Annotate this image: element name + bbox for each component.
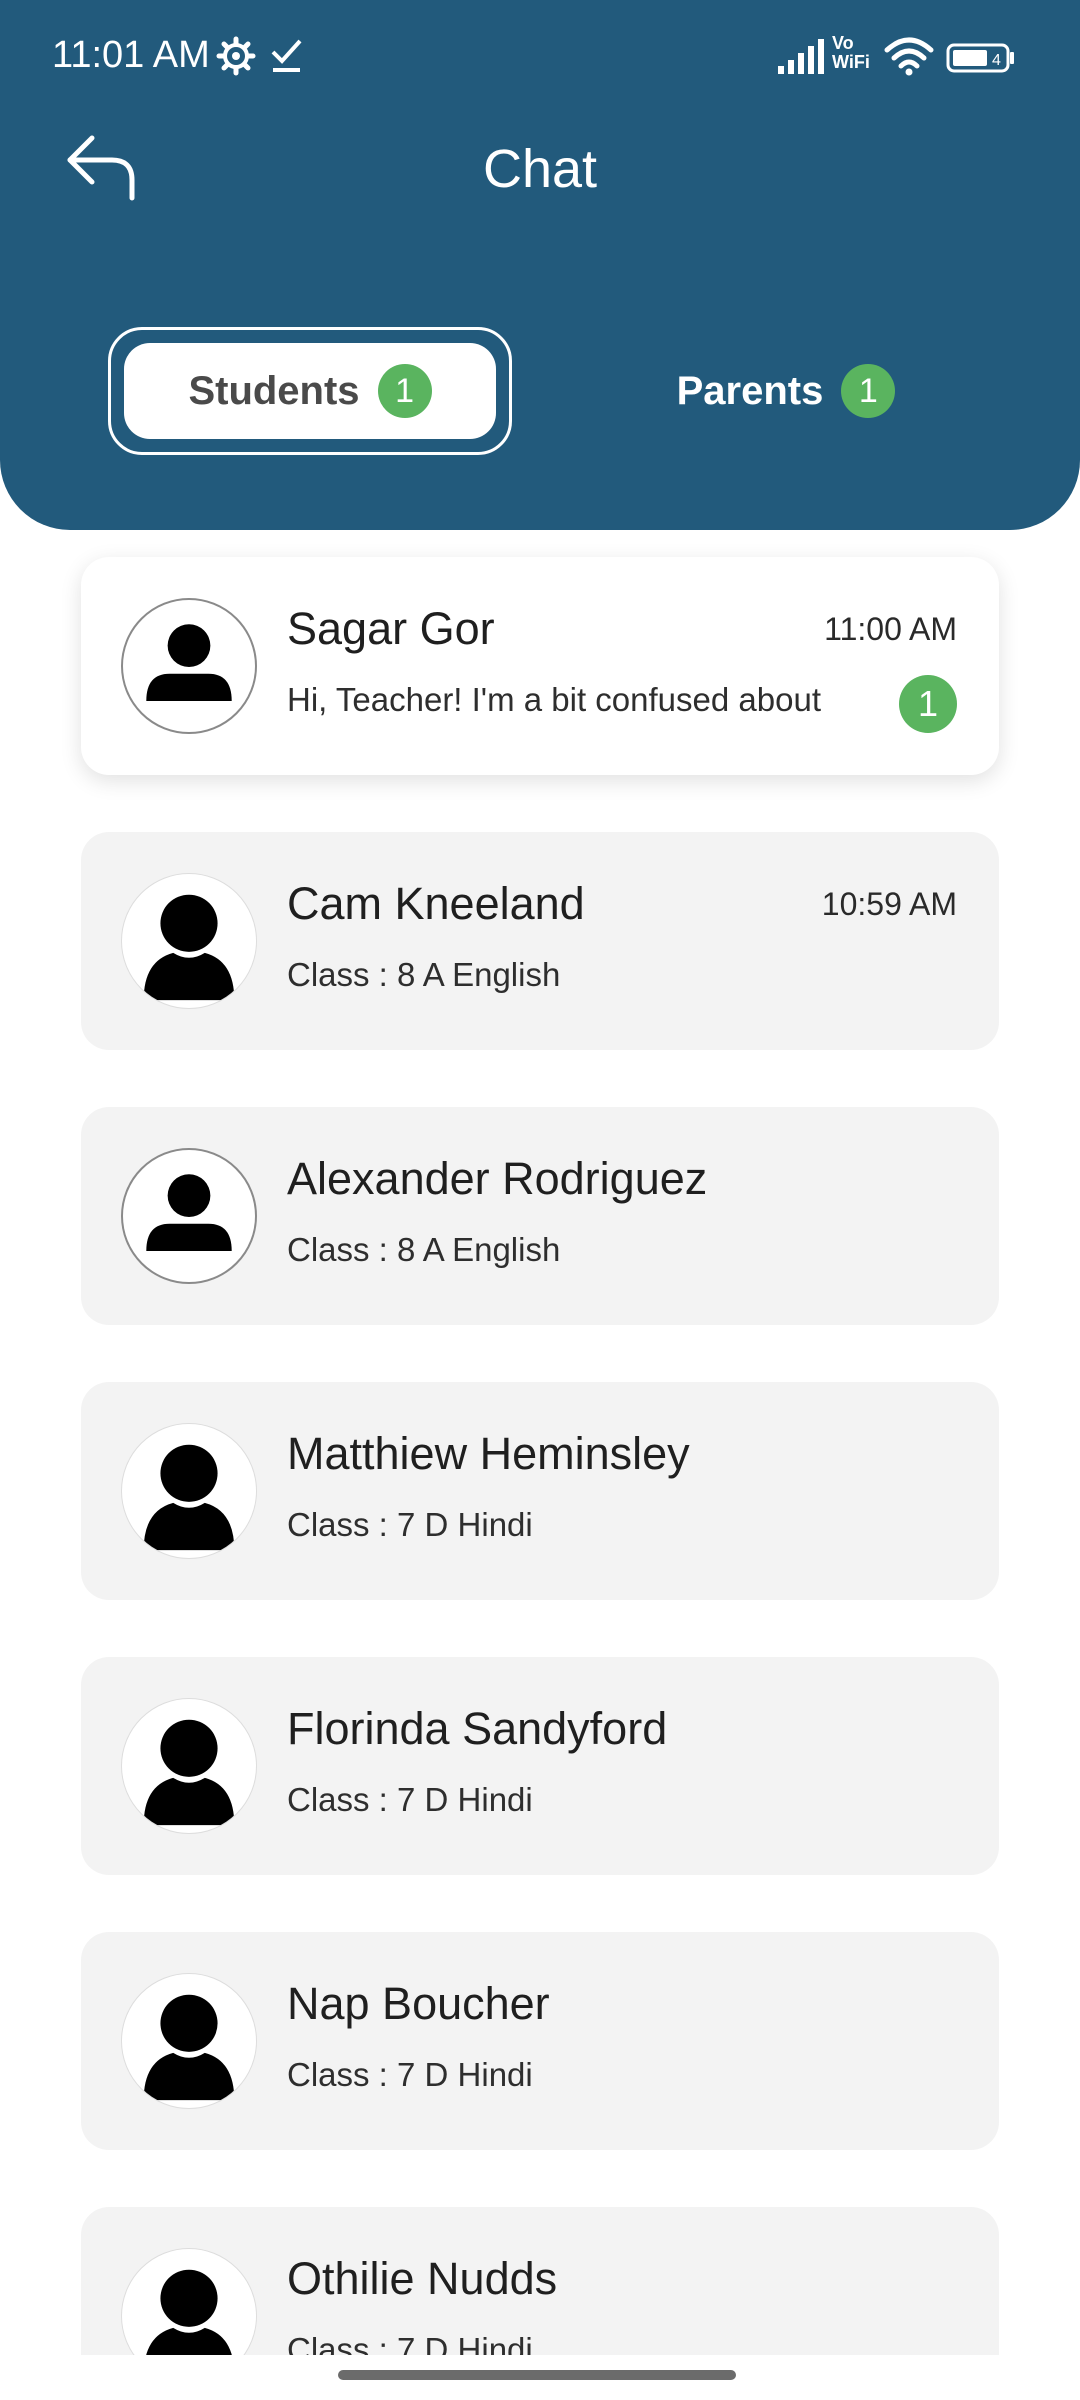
chat-list-item[interactable]: Cam Kneeland Class : 8 A English 10:59 AM	[81, 832, 999, 1050]
avatar-person-icon	[121, 1698, 257, 1834]
unread-badge: 1	[899, 675, 957, 733]
message-time: 11:00 AM	[824, 611, 957, 647]
tab-students[interactable]: Students 1	[124, 343, 496, 439]
chat-list-item[interactable]: Matthiew Heminsley Class : 7 D Hindi	[81, 1382, 999, 1600]
chat-list-item[interactable]: Florinda Sandyford Class : 7 D Hindi	[81, 1657, 999, 1875]
battery-icon: 4	[946, 43, 1014, 73]
header: 11:01 AM Vo WiFi 4 Chat Students 1 Paren…	[0, 0, 1080, 530]
battery-level: 4	[992, 52, 1001, 69]
avatar-person-icon	[121, 1148, 257, 1284]
chat-list-item[interactable]: Sagar Gor Hi, Teacher! I'm a bit confused…	[81, 557, 999, 775]
gear-icon	[216, 36, 256, 76]
avatar-person-icon	[121, 1423, 257, 1559]
tab-badge: 1	[377, 364, 432, 418]
avatar-person-icon	[121, 598, 257, 734]
contact-name: Othilie Nudds	[287, 2253, 558, 2304]
chat-list-item[interactable]: Nap Boucher Class : 7 D Hindi	[81, 1932, 999, 2150]
message-time: 10:59 AM	[821, 886, 957, 922]
wifi-icon	[884, 37, 934, 76]
contact-subtitle: Class : 8 A English	[287, 956, 561, 993]
avatar-person-icon	[121, 1973, 257, 2109]
contact-subtitle: Class : 7 D Hindi	[287, 2056, 533, 2093]
contact-subtitle: Class : 7 D Hindi	[287, 1781, 533, 1818]
tab-label: Parents	[676, 368, 824, 413]
status-time: 11:01 AM	[52, 34, 210, 76]
status-bar: 11:01 AM Vo WiFi 4	[0, 0, 1080, 110]
page-title: Chat	[482, 139, 598, 199]
contact-name: Matthiew Heminsley	[287, 1428, 690, 1479]
tab-label: Students	[188, 368, 360, 413]
contact-subtitle: Hi, Teacher! I'm a bit confused about	[287, 681, 821, 718]
contact-name: Alexander Rodriguez	[287, 1153, 708, 1204]
chat-list-item[interactable]: Alexander Rodriguez Class : 8 A English	[81, 1107, 999, 1325]
vowifi-indicator: Vo WiFi	[832, 33, 870, 72]
contact-subtitle: Class : 8 A English	[287, 1231, 561, 1268]
contact-name: Nap Boucher	[287, 1978, 550, 2029]
avatar-person-icon	[121, 873, 257, 1009]
contact-name: Florinda Sandyford	[287, 1703, 668, 1754]
contact-subtitle: Class : 7 D Hindi	[287, 1506, 533, 1543]
tab-parents[interactable]: Parents 1	[600, 343, 972, 439]
contact-name: Sagar Gor	[287, 603, 495, 654]
signal-icon	[778, 39, 824, 74]
tab-badge: 1	[841, 364, 896, 418]
home-indicator[interactable]	[338, 2370, 736, 2380]
check-icon	[271, 39, 302, 72]
contact-name: Cam Kneeland	[287, 878, 585, 929]
